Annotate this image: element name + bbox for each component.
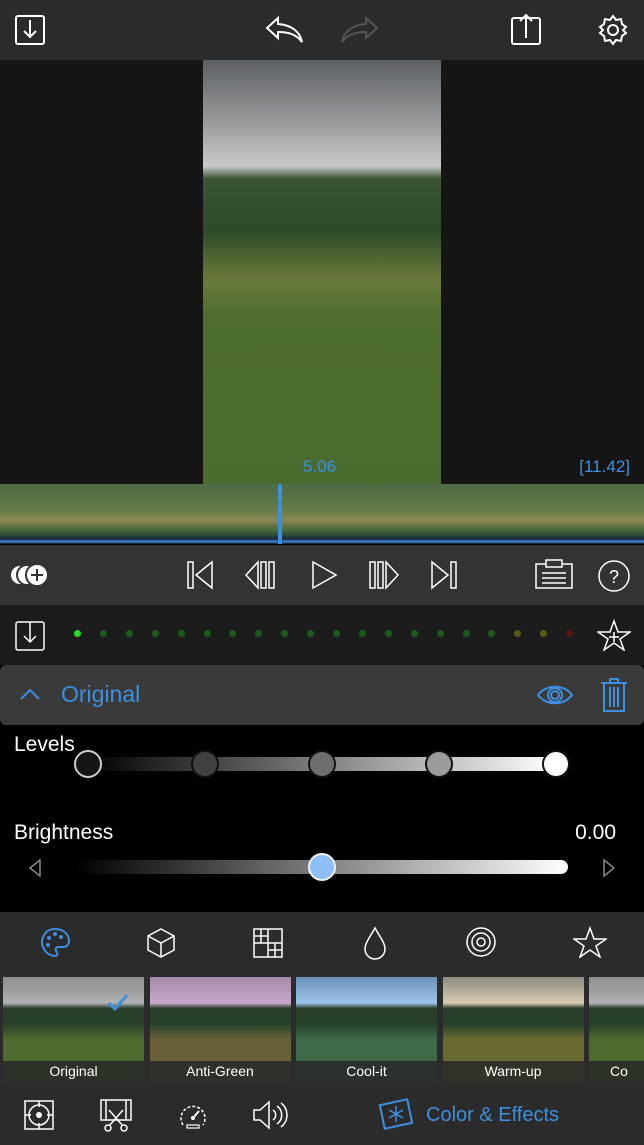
- svg-text:?: ?: [609, 567, 619, 587]
- levels-handle[interactable]: [308, 750, 336, 778]
- levels-label: Levels: [14, 733, 75, 756]
- filter-thumbnail[interactable]: Anti-Green: [149, 977, 291, 1081]
- skip-end-icon[interactable]: [428, 560, 458, 590]
- increase-icon[interactable]: [602, 859, 616, 877]
- effect-title: Original: [61, 681, 141, 707]
- volume-icon[interactable]: [252, 1099, 288, 1131]
- meter-dot: [384, 630, 392, 637]
- color-effects-icon[interactable]: [378, 1098, 414, 1132]
- meter-dot: [74, 630, 81, 637]
- star-icon[interactable]: [573, 926, 607, 958]
- color-effects-tab-label[interactable]: Color & Effects: [426, 1104, 559, 1127]
- brightness-slider-handle[interactable]: [308, 853, 336, 881]
- levels-handle[interactable]: [191, 750, 219, 778]
- undo-icon[interactable]: [264, 14, 306, 46]
- meter-dot: [203, 630, 211, 637]
- add-favorite-icon[interactable]: [597, 619, 631, 651]
- meter-dot: [151, 630, 159, 637]
- eye-icon[interactable]: [536, 682, 574, 708]
- add-clip-icon[interactable]: [10, 562, 50, 588]
- filter-label: Cool-it: [296, 1061, 437, 1081]
- share-icon[interactable]: [510, 12, 542, 46]
- video-frame: [203, 60, 441, 484]
- speed-icon[interactable]: [178, 1101, 208, 1131]
- decrease-icon[interactable]: [28, 859, 42, 877]
- top-toolbar: [0, 0, 644, 60]
- levels-handle[interactable]: [542, 750, 570, 778]
- meter-dot: [177, 630, 185, 637]
- crop-target-icon[interactable]: [23, 1099, 55, 1131]
- brightness-value: 0.00: [575, 821, 616, 844]
- timeline-strip[interactable]: [0, 484, 644, 544]
- filter-label: Original: [3, 1061, 144, 1081]
- filter-thumbnail[interactable]: Warm-up: [442, 977, 584, 1081]
- meter-dot: [410, 630, 418, 637]
- current-time: 5.06: [303, 457, 337, 476]
- meter-dot: [333, 630, 340, 637]
- import-icon[interactable]: [14, 14, 46, 46]
- palette-icon[interactable]: [40, 927, 70, 959]
- skip-start-icon[interactable]: [186, 560, 216, 590]
- duration: [11.42]: [579, 457, 630, 476]
- meter-dot: [99, 630, 107, 637]
- meter-dot: [125, 630, 133, 637]
- redo-icon[interactable]: [338, 14, 380, 46]
- play-icon[interactable]: [310, 560, 338, 590]
- step-forward-icon[interactable]: [368, 560, 400, 590]
- export-icon[interactable]: [14, 618, 46, 652]
- trim-scissors-icon[interactable]: [99, 1098, 133, 1134]
- clipboard-icon[interactable]: [534, 558, 574, 590]
- brightness-label: Brightness: [14, 821, 114, 844]
- filter-label: Warm-up: [442, 1061, 584, 1081]
- grid-pattern-icon[interactable]: [252, 927, 284, 959]
- help-icon[interactable]: ?: [597, 559, 631, 593]
- step-back-icon[interactable]: [244, 560, 276, 590]
- filter-thumbnail[interactable]: Cool-it: [296, 977, 437, 1081]
- levels-handle[interactable]: [74, 750, 102, 778]
- levels-handle[interactable]: [425, 750, 453, 778]
- settings-icon[interactable]: [597, 14, 629, 46]
- meter-dot: [462, 630, 470, 637]
- meter-dot: [358, 630, 366, 637]
- playhead[interactable]: [278, 484, 282, 544]
- filter-thumbnail[interactable]: Original: [3, 977, 144, 1081]
- cube-icon[interactable]: [146, 927, 176, 959]
- filter-label: Anti-Green: [149, 1061, 291, 1081]
- checkmark-icon: [107, 994, 129, 1011]
- filter-label: Co: [589, 1061, 644, 1081]
- spiral-icon[interactable]: [465, 926, 497, 958]
- drop-icon[interactable]: [362, 926, 388, 960]
- effect-category-tabs: [0, 912, 644, 975]
- audio-meter-bar: [0, 605, 644, 665]
- chevron-up-icon[interactable]: [20, 688, 40, 700]
- meter-dot: [436, 630, 444, 637]
- filter-thumbnail[interactable]: Co: [589, 977, 644, 1081]
- trash-icon[interactable]: [599, 677, 629, 713]
